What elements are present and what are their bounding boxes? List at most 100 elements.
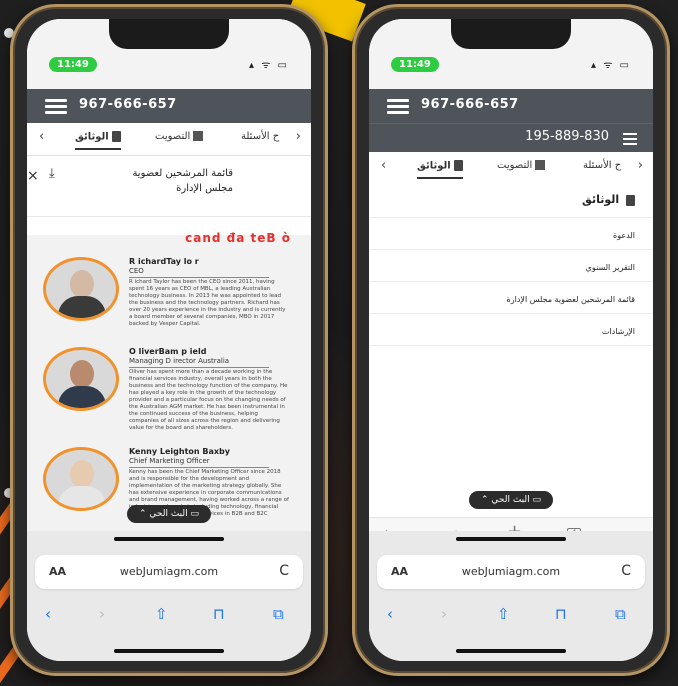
status-icons: ▴ ᯤ ▭	[591, 60, 631, 71]
divider	[369, 313, 653, 314]
status-time: 11:49	[49, 57, 97, 72]
phone-right-screen: 11:49 ▴ ᯤ ▭ 967-666-657 195-889-830 ‹ ال…	[369, 19, 653, 661]
candidate-role: Chief Marketing Officer	[129, 457, 269, 468]
home-indicator	[114, 649, 224, 653]
status-icons: ▴ ᯤ ▭	[249, 60, 289, 71]
candidate-bio: Oliver has spent more than a decade work…	[129, 369, 288, 431]
live-stream-label: البث الحي	[149, 509, 188, 519]
hamburger-menu-icon[interactable]	[45, 99, 67, 117]
menu-item-candidates-list[interactable]: قائمة المرشحين لعضوية مجلس الإدارة	[507, 295, 635, 304]
home-indicator	[456, 537, 566, 541]
candidate-role: Managing D irector Australia	[129, 357, 269, 368]
chart-icon	[193, 131, 204, 141]
tab-voting[interactable]: التصويت	[155, 131, 204, 142]
tab-bar: ‹ الوثائق التصويت ح الأسئلة ›	[369, 152, 653, 185]
app-subheader: 195-889-830	[369, 123, 653, 152]
header-phone-number: 967-666-657	[79, 97, 177, 112]
home-indicator	[114, 537, 224, 541]
status-bar: 11:49 ▴ ᯤ ▭	[27, 19, 311, 89]
menu-item-guidelines[interactable]: الإرشادات	[602, 327, 635, 336]
tab-documents[interactable]: الوثائق	[417, 160, 463, 179]
address-bar[interactable]: AA webJumiagm.com C	[35, 555, 303, 589]
document-icon	[111, 131, 121, 142]
home-indicator	[456, 649, 566, 653]
bottom-tools: ‹ › ⇧ ⊓ ⧉	[369, 601, 653, 631]
bookmarks-icon[interactable]: ⊓	[555, 605, 567, 623]
url-text: webJumiagm.com	[461, 565, 561, 578]
reload-icon[interactable]: C	[279, 563, 289, 579]
tabs-icon[interactable]: ⧉	[615, 605, 626, 623]
live-stream-label: البث الحي	[491, 495, 530, 505]
bottom-tools: ‹ › ⇧ ⊓ ⧉	[27, 601, 311, 631]
tab-questions[interactable]: ح الأسئلة	[583, 160, 621, 171]
live-stream-button[interactable]: ▭ البث الحي ⌃	[469, 491, 553, 509]
status-time: 11:49	[391, 57, 439, 72]
divider	[369, 249, 653, 250]
tab-voting-label: التصويت	[155, 131, 191, 142]
divider	[369, 281, 653, 282]
document-icon	[626, 194, 635, 206]
live-stream-button[interactable]: ▭ البث الحي ⌃	[127, 505, 211, 523]
cast-icon: ▭	[187, 509, 199, 519]
sub-phone-number: 195-889-830	[525, 129, 609, 144]
share-icon[interactable]: ⇧	[155, 605, 168, 623]
menu-item-annual-report[interactable]: التقرير السنوي	[586, 263, 635, 272]
document-title: قائمة المرشحين لعضوية مجلس الإدارة	[132, 168, 233, 194]
notch	[109, 19, 229, 49]
download-icon[interactable]: ⤓	[49, 166, 55, 181]
chevron-left-icon[interactable]: ‹	[39, 129, 44, 144]
chevron-right-icon[interactable]: ›	[296, 129, 301, 144]
tab-documents-label: الوثائق	[417, 160, 451, 172]
tab-bar: ‹ الوثائق التصويت ح الأسئلة ›	[27, 123, 311, 156]
browser-toolbar: AA webJumiagm.com C ‹ › ⇧ ⊓ ⧉	[27, 531, 311, 661]
document-icon	[453, 160, 463, 171]
phone-left: 11:49 ▴ ᯤ ▭ 967-666-657 ‹ الوثائق التصوي…	[10, 4, 328, 676]
divider	[369, 217, 653, 218]
back-icon[interactable]: ‹	[387, 605, 393, 623]
chevron-left-icon[interactable]: ‹	[381, 158, 386, 173]
header-phone-number: 967-666-657	[421, 97, 519, 112]
tab-voting-label: التصويت	[497, 160, 533, 171]
divider	[369, 345, 653, 346]
status-bar: 11:49 ▴ ᯤ ▭	[369, 19, 653, 89]
app-header: 967-666-657	[27, 89, 311, 123]
tabs-icon[interactable]: ⧉	[273, 605, 284, 623]
phone-left-screen: 11:49 ▴ ᯤ ▭ 967-666-657 ‹ الوثائق التصوي…	[27, 19, 311, 661]
chevron-up-icon: ⌃	[481, 495, 492, 505]
tab-voting[interactable]: التصويت	[497, 160, 546, 171]
chevron-right-icon[interactable]: ›	[638, 158, 643, 173]
notch	[451, 19, 571, 49]
browser-toolbar: AA webJumiagm.com C ‹ › ⇧ ⊓ ⧉	[369, 531, 653, 661]
avatar	[43, 347, 119, 411]
menu-icon[interactable]	[623, 133, 637, 148]
candidate-name: Kenny Leighton Baxby	[129, 447, 230, 456]
tab-documents[interactable]: الوثائق	[75, 131, 121, 150]
back-icon[interactable]: ‹	[45, 605, 51, 623]
candidate-name: O liverBam p ield	[129, 347, 207, 356]
share-icon[interactable]: ⇧	[497, 605, 510, 623]
candidate-role: CEO	[129, 267, 269, 278]
address-bar[interactable]: AA webJumiagm.com C	[377, 555, 645, 589]
avatar	[43, 447, 119, 511]
section-title: الوثائق	[582, 193, 635, 206]
chart-icon	[535, 160, 546, 170]
close-icon[interactable]: ×	[27, 168, 39, 184]
tab-questions[interactable]: ح الأسئلة	[241, 131, 279, 142]
candidate-bio: R ichard Taylor has been the CEO since 2…	[129, 279, 286, 327]
forward-icon[interactable]: ›	[441, 605, 447, 623]
hamburger-menu-icon[interactable]	[387, 99, 409, 117]
menu-item-invitation[interactable]: الدعوة	[613, 231, 635, 240]
reload-icon[interactable]: C	[621, 563, 631, 579]
forward-icon[interactable]: ›	[99, 605, 105, 623]
tab-documents-label: الوثائق	[75, 131, 109, 143]
documents-list: الوثائق الدعوة التقرير السنوي قائمة المر…	[369, 183, 653, 483]
section-title-label: الوثائق	[582, 193, 620, 206]
brand-title: cand đa teB ò	[185, 231, 291, 245]
url-text: webJumiagm.com	[119, 565, 219, 578]
bookmarks-icon[interactable]: ⊓	[213, 605, 225, 623]
phone-right: 11:49 ▴ ᯤ ▭ 967-666-657 195-889-830 ‹ ال…	[352, 4, 670, 676]
chevron-up-icon: ⌃	[139, 509, 150, 519]
document-header: × ⤓ قائمة المرشحين لعضوية مجلس الإدارة	[27, 156, 311, 217]
candidate-name: R ichardTay lo r	[129, 257, 199, 266]
avatar	[43, 257, 119, 321]
